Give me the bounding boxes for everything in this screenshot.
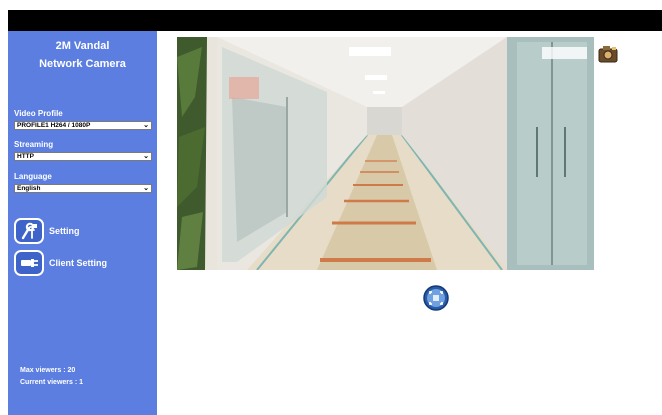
brand-line2: Network Camera <box>39 58 126 70</box>
corridor-video-frame <box>177 37 594 270</box>
brand-line1: 2M Vandal <box>55 40 110 52</box>
streaming-select[interactable]: HTTP ⌄ <box>14 152 152 161</box>
fullscreen-icon[interactable] <box>423 285 449 311</box>
language-value: English <box>17 185 41 192</box>
plug-icon <box>14 250 44 276</box>
video-profile-label: Video Profile <box>14 109 63 118</box>
language-label: Language <box>14 172 52 181</box>
setting-button[interactable]: Setting <box>14 218 80 244</box>
live-video-view[interactable] <box>177 37 594 270</box>
video-profile-select[interactable]: PROFILE1 H264 / 1080P ⌄ <box>14 121 152 130</box>
camera-icon[interactable] <box>598 44 618 64</box>
streaming-label: Streaming <box>14 140 54 149</box>
client-setting-button[interactable]: Client Setting <box>14 250 107 276</box>
chevron-down-icon: ⌄ <box>143 153 149 160</box>
language-select[interactable]: English ⌄ <box>14 184 152 193</box>
video-profile-value: PROFILE1 H264 / 1080P <box>17 122 91 129</box>
camera-web-ui: 2M Vandal Network Camera Video Profile P… <box>0 0 662 415</box>
max-viewers: Max viewers : 20 <box>20 367 76 374</box>
streaming-value: HTTP <box>17 153 34 160</box>
sidebar: 2M Vandal Network Camera Video Profile P… <box>8 31 157 415</box>
client-setting-label: Client Setting <box>49 258 107 268</box>
chevron-down-icon: ⌄ <box>143 122 149 129</box>
setting-label: Setting <box>49 226 80 236</box>
top-bar <box>8 10 662 31</box>
current-viewers: Current viewers : 1 <box>20 379 84 386</box>
tools-icon <box>14 218 44 244</box>
chevron-down-icon: ⌄ <box>143 185 149 192</box>
